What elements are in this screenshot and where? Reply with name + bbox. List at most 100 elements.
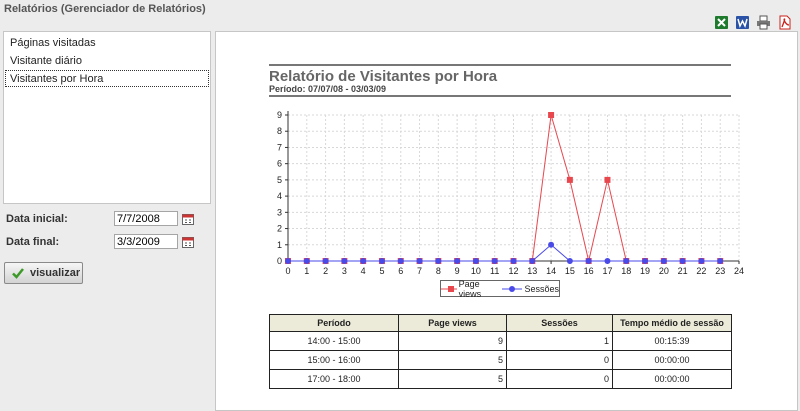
y-tick-label: 6 xyxy=(277,159,282,169)
data-point-sessions xyxy=(416,258,423,264)
data-point-sessions xyxy=(341,258,348,264)
header-periodo: Período xyxy=(269,314,399,332)
cell-page-views: 5 xyxy=(398,350,507,370)
series-line-0 xyxy=(288,114,721,262)
x-tick-label: 0 xyxy=(285,266,290,276)
y-tick-label: 7 xyxy=(277,142,282,152)
print-icon[interactable] xyxy=(755,14,771,30)
data-point-sessions xyxy=(303,258,310,264)
cell-tempo-medio: 00:00:00 xyxy=(612,369,732,389)
y-tick-label: 4 xyxy=(277,191,282,201)
x-tick-label: 11 xyxy=(490,266,499,276)
data-point-sessions xyxy=(642,258,649,264)
x-tick-label: 16 xyxy=(584,266,594,276)
data-point-page-views xyxy=(566,176,573,183)
checkmark-icon xyxy=(12,268,24,279)
x-tick-label: 14 xyxy=(546,266,556,276)
header-page-views: Page views xyxy=(398,314,507,332)
x-tick-label: 20 xyxy=(659,266,669,276)
x-tick-label: 10 xyxy=(471,266,481,276)
table-header-row: Período Page views Sessões Tempo médio d… xyxy=(269,314,732,332)
report-panel: Relatório de Visitantes por Hora Período… xyxy=(215,31,798,411)
x-tick-label: 19 xyxy=(640,266,650,276)
calendar-icon[interactable] xyxy=(182,213,194,225)
cell-sessoes: 1 xyxy=(506,331,613,351)
export-toolbar xyxy=(713,14,792,30)
report-item-visitante-diario[interactable]: Visitante diário xyxy=(5,52,209,69)
x-tick-label: 3 xyxy=(342,266,347,276)
data-point-sessions xyxy=(623,258,630,264)
cell-periodo: 17:00 - 18:00 xyxy=(269,369,399,389)
series-line-1 xyxy=(288,244,721,262)
x-tick-label: 2 xyxy=(323,266,328,276)
cell-periodo: 14:00 - 15:00 xyxy=(269,331,399,351)
data-point-sessions xyxy=(435,258,442,264)
data-point-sessions xyxy=(660,258,667,264)
view-button-label: visualizar xyxy=(30,267,81,279)
table-row: 15:00 - 16:00 5 0 00:00:00 xyxy=(269,350,732,370)
start-date-row: Data inicial: xyxy=(6,211,194,226)
cell-tempo-medio: 00:15:39 xyxy=(612,331,732,351)
x-tick-label: 1 xyxy=(304,266,309,276)
data-point-sessions xyxy=(566,258,573,264)
cell-tempo-medio: 00:00:00 xyxy=(612,350,732,370)
y-tick-label: 3 xyxy=(277,207,282,217)
y-tick-label: 0 xyxy=(277,256,282,266)
cell-page-views: 9 xyxy=(398,331,507,351)
x-tick-label: 7 xyxy=(417,266,422,276)
data-point-page-views xyxy=(548,112,555,118)
excel-icon[interactable] xyxy=(713,14,729,30)
data-point-sessions xyxy=(285,258,291,264)
report-item-paginas-visitadas[interactable]: Páginas visitadas xyxy=(5,34,209,51)
table-row: 14:00 - 15:00 9 1 00:15:39 xyxy=(269,331,732,351)
end-date-input[interactable] xyxy=(114,234,178,249)
word-icon[interactable] xyxy=(734,14,750,30)
legend-sessions-label: Sessões xyxy=(524,283,559,294)
report-list: Páginas visitadas Visitante diário Visit… xyxy=(3,31,211,204)
data-point-sessions xyxy=(585,258,592,264)
legend-page-views: Page views xyxy=(441,279,494,299)
table-row: 17:00 - 18:00 5 0 00:00:00 xyxy=(269,369,732,389)
end-date-label: Data final: xyxy=(6,235,60,248)
x-tick-label: 15 xyxy=(565,266,575,276)
x-tick-label: 23 xyxy=(715,266,725,276)
data-point-sessions xyxy=(397,258,404,264)
pdf-icon[interactable] xyxy=(776,14,792,30)
data-point-sessions xyxy=(548,241,555,248)
data-point-sessions xyxy=(604,258,611,264)
data-point-page-views xyxy=(604,176,611,183)
y-tick-label: 9 xyxy=(277,110,282,120)
data-point-sessions xyxy=(454,258,461,264)
end-date-row: Data final: xyxy=(6,234,194,249)
x-tick-label: 17 xyxy=(602,266,612,276)
calendar-icon[interactable] xyxy=(182,236,194,248)
x-tick-label: 18 xyxy=(621,266,631,276)
data-point-sessions xyxy=(378,258,385,264)
data-point-sessions xyxy=(472,258,479,264)
x-tick-label: 4 xyxy=(361,266,366,276)
header-tempo-medio: Tempo médio de sessão xyxy=(612,314,732,332)
x-tick-label: 5 xyxy=(379,266,384,276)
x-tick-label: 12 xyxy=(508,266,518,276)
y-tick-label: 5 xyxy=(277,175,282,185)
y-tick-label: 8 xyxy=(277,126,282,136)
cell-sessoes: 0 xyxy=(506,369,613,389)
x-tick-label: 6 xyxy=(398,266,403,276)
data-point-sessions xyxy=(322,258,329,264)
header-sessoes: Sessões xyxy=(506,314,613,332)
start-date-label: Data inicial: xyxy=(6,212,68,225)
y-tick-label: 1 xyxy=(277,240,282,250)
report-item-visitantes-por-hora[interactable]: Visitantes por Hora xyxy=(5,70,209,87)
x-tick-label: 8 xyxy=(436,266,441,276)
cell-page-views: 5 xyxy=(398,369,507,389)
legend-sessions: Sessões xyxy=(502,284,559,294)
data-point-sessions xyxy=(529,258,536,264)
x-tick-label: 21 xyxy=(678,266,688,276)
view-button[interactable]: visualizar xyxy=(4,262,83,284)
data-point-sessions xyxy=(491,258,498,264)
data-point-sessions xyxy=(679,258,686,264)
chart-legend: Page views Sessões xyxy=(440,279,560,299)
start-date-input[interactable] xyxy=(114,211,178,226)
stats-table: Período Page views Sessões Tempo médio d… xyxy=(269,314,732,389)
app-title: Relatórios (Gerenciador de Relatórios) xyxy=(4,3,206,15)
